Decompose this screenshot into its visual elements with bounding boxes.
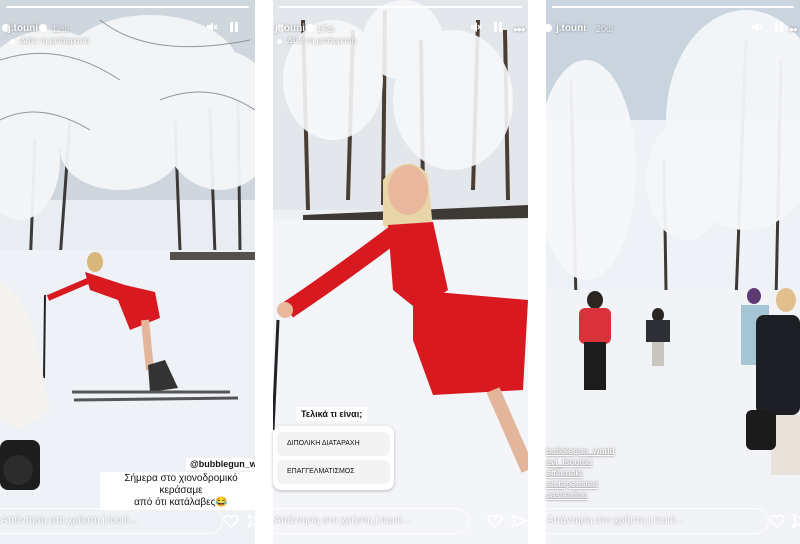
username[interactable]: j.touni xyxy=(556,23,586,34)
story-panel-1[interactable]: j.touni 12ώ Δείτε τη μετάφραση @bubblegu… xyxy=(0,0,255,544)
story-time: 17ώ xyxy=(317,24,335,34)
story-time: 12ώ xyxy=(52,24,70,34)
verified-icon xyxy=(306,24,314,32)
send-icon[interactable] xyxy=(510,512,528,530)
mute-icon[interactable] xyxy=(751,20,763,38)
translate-link[interactable]: Δείτε τη μετάφραση xyxy=(287,36,356,45)
story-header: j.touni 12ώ Δείτε τη μετάφραση xyxy=(0,18,255,52)
username[interactable]: j.touni xyxy=(275,23,305,34)
story-header: j.touni 17ώ Δείτε τη μετάφραση ••• xyxy=(273,18,528,52)
pause-icon[interactable] xyxy=(774,20,784,38)
heart-icon[interactable] xyxy=(222,512,240,530)
poll-option-1[interactable]: ΔΙΠΟΛΙΚΗ ΔΙΑΤΑΡΑΧΗ xyxy=(277,432,390,456)
story-time: 20ώ xyxy=(596,24,614,34)
user-tag[interactable]: arctaperisteri xyxy=(546,479,615,490)
user-tag[interactable]: bubblegun_world xyxy=(546,446,615,457)
translate-icon xyxy=(10,39,15,44)
send-icon[interactable] xyxy=(246,512,255,530)
caption-line-1: Σήμερα στο χιονοδρομικό κεράσαμε xyxy=(124,473,238,496)
story-progress-bar xyxy=(279,6,522,8)
user-tag[interactable]: caslandou xyxy=(546,490,615,501)
story-progress-bar xyxy=(6,6,249,8)
pause-icon[interactable] xyxy=(493,20,503,38)
pause-icon[interactable] xyxy=(229,20,239,38)
poll-question: Τελικά τι είναι; xyxy=(296,407,368,421)
mute-icon[interactable] xyxy=(206,20,218,38)
poll-option-2[interactable]: ΕΠΑΓΓΕΛΜΑΤΙΣΜΟΣ xyxy=(277,460,390,484)
reply-bar: Απάντηση στο χρήστη j.touni... xyxy=(0,508,255,534)
more-icon[interactable]: •• xyxy=(789,20,798,38)
heart-icon[interactable] xyxy=(486,512,504,530)
reply-input[interactable]: Απάντηση στο χρήστη j.touni... xyxy=(273,508,469,534)
send-icon[interactable] xyxy=(791,512,800,530)
user-tag[interactable]: evi_tsoutou xyxy=(546,457,615,468)
verified-icon xyxy=(39,24,47,32)
mention-tag[interactable]: @bubblegun_wo xyxy=(186,458,255,470)
story-header: j.touni 20ώ •• xyxy=(546,18,800,52)
user-tags: bubblegun_world evi_tsoutou effihmakr ar… xyxy=(546,446,615,501)
story-caption: Σήμερα στο χιονοδρομικό κεράσαμε από ότι… xyxy=(100,472,255,510)
translate-icon xyxy=(277,39,282,44)
poll-sticker: ΔΙΠΟΛΙΚΗ ΔΙΑΤΑΡΑΧΗ ΕΠΑΓΓΕΛΜΑΤΙΣΜΟΣ xyxy=(273,426,394,490)
story-progress-bar xyxy=(552,6,794,8)
reply-bar: Απάντηση στο χρήστη j.touni... xyxy=(546,508,800,534)
reply-bar: Απάντηση στο χρήστη j.touni... xyxy=(273,508,528,534)
username[interactable]: j.touni xyxy=(8,23,38,34)
user-tag[interactable]: effihmakr xyxy=(546,468,615,479)
avatar[interactable] xyxy=(546,24,552,32)
reply-input[interactable]: Απάντηση στο χρήστη j.touni... xyxy=(546,508,769,534)
mute-icon[interactable] xyxy=(470,20,482,38)
heart-icon[interactable] xyxy=(768,512,786,530)
translate-link[interactable]: Δείτε τη μετάφραση xyxy=(20,36,89,45)
more-icon[interactable]: ••• xyxy=(513,20,526,38)
reply-input[interactable]: Απάντηση στο χρήστη j.touni... xyxy=(0,508,223,534)
